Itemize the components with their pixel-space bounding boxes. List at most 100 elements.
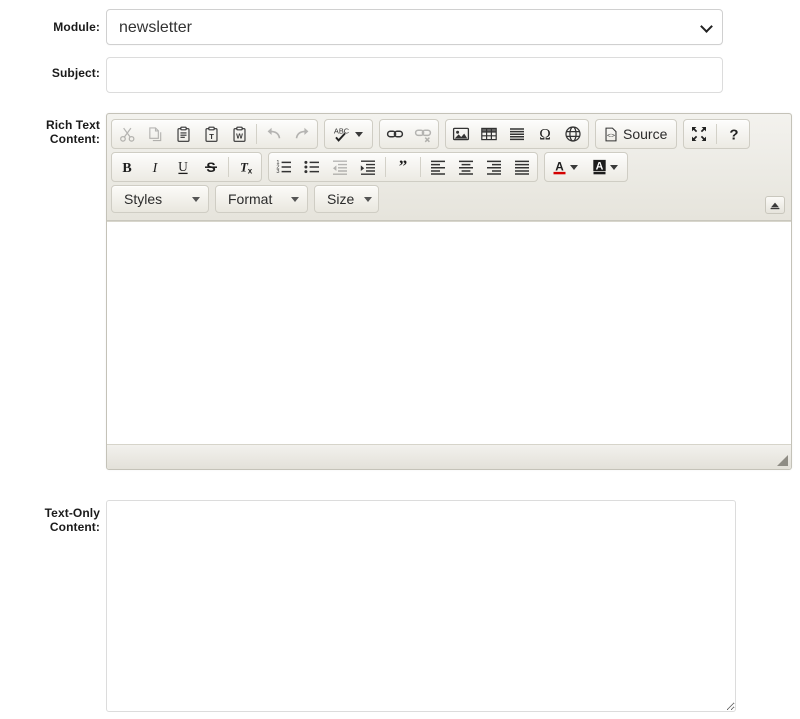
subject-input[interactable] — [106, 57, 723, 93]
module-select-wrapper: newsletter — [106, 9, 723, 45]
align-justify-icon[interactable] — [508, 154, 536, 180]
chevron-down-icon — [610, 164, 618, 170]
indent-icon[interactable] — [354, 154, 382, 180]
size-combo[interactable]: Size — [314, 185, 379, 213]
svg-text:ABC: ABC — [334, 126, 350, 135]
copy-icon[interactable] — [141, 121, 169, 147]
align-center-icon[interactable] — [452, 154, 480, 180]
toolbar-group-links — [379, 119, 439, 149]
rich-text-label-line2: Content: — [49, 132, 100, 146]
module-select[interactable]: newsletter — [106, 9, 723, 45]
ckeditor-container: T W ABC Ω <> Source ? B I U S T x 1 2 3 … — [106, 113, 792, 470]
text-only-label-line2: Content: — [49, 520, 100, 534]
source-icon[interactable]: <> Source — [597, 121, 675, 147]
background-color-icon[interactable]: A — [586, 154, 626, 180]
toolbar-separator — [716, 124, 718, 144]
svg-text:U: U — [178, 159, 188, 174]
svg-text:Ω: Ω — [539, 127, 551, 143]
svg-text:I: I — [152, 161, 159, 176]
remove-format-icon[interactable]: Tx — [232, 154, 260, 180]
strikethrough-icon[interactable]: S — [197, 154, 225, 180]
blockquote-icon[interactable]: ” — [389, 154, 417, 180]
svg-text:x: x — [248, 166, 253, 175]
rich-text-content-label: Rich Text Content: — [0, 113, 100, 146]
chevron-down-icon — [355, 131, 363, 137]
toolbar-group-spellcheck: ABC — [324, 119, 373, 149]
toolbar-separator — [420, 157, 421, 177]
format-combo[interactable]: Format — [215, 185, 308, 213]
svg-text:?: ? — [730, 126, 739, 143]
chevron-down-icon — [570, 164, 578, 170]
subject-field — [100, 57, 800, 93]
module-field: newsletter — [100, 9, 800, 45]
styles-combo-label: Styles — [124, 191, 163, 207]
toolbar-row-1: T W ABC Ω <> Source ? — [111, 119, 787, 149]
text-color-icon[interactable]: A — [546, 154, 586, 180]
toolbar-group-document: <> Source — [595, 119, 678, 149]
spellcheck-icon[interactable]: ABC — [326, 121, 371, 147]
source-button-label: Source — [623, 126, 668, 142]
module-label: Module: — [53, 20, 100, 34]
svg-text:B: B — [122, 161, 131, 176]
align-right-icon[interactable] — [480, 154, 508, 180]
italic-icon[interactable]: I — [141, 154, 169, 180]
numbered-list-icon[interactable]: 123 — [270, 154, 298, 180]
text-only-textarea[interactable] — [106, 500, 736, 712]
editor-resize-handle[interactable] — [777, 455, 788, 466]
subject-label: Subject: — [51, 66, 100, 80]
module-row: Module: newsletter — [0, 9, 800, 45]
horizontal-rule-icon[interactable] — [503, 121, 531, 147]
toolbar-group-tools: ? — [683, 119, 751, 149]
text-only-content-label: Text-Only Content: — [0, 500, 100, 534]
iframe-icon[interactable] — [559, 121, 587, 147]
subject-row: Subject: — [0, 57, 800, 93]
toolbar-group-clipboard: T W — [111, 119, 318, 149]
toolbar-group-paragraph: 123 ” — [268, 152, 538, 182]
svg-text:W: W — [236, 132, 243, 140]
toolbar-row-2: B I U S T x 1 2 3 ” A A — [111, 152, 787, 182]
newsletter-form-page: Module: newsletter Subject: Rich Text Co… — [0, 0, 800, 719]
image-icon[interactable] — [447, 121, 475, 147]
redo-icon[interactable] — [288, 121, 316, 147]
toolbar-separator — [256, 124, 257, 144]
svg-text:A: A — [555, 159, 564, 173]
svg-text:A: A — [596, 160, 604, 172]
outdent-icon[interactable] — [326, 154, 354, 180]
editor-toolbar: T W ABC Ω <> Source ? B I U S T x 1 2 3 … — [107, 114, 791, 221]
bold-icon[interactable]: B — [113, 154, 141, 180]
about-icon[interactable]: ? — [720, 121, 748, 147]
special-char-icon[interactable]: Ω — [531, 121, 559, 147]
format-combo-label: Format — [228, 191, 273, 207]
rich-text-content-row: Rich Text Content: T W ABC Ω <> Source ?… — [0, 113, 800, 470]
table-icon[interactable] — [475, 121, 503, 147]
editor-footer — [107, 445, 791, 469]
underline-icon[interactable]: U — [169, 154, 197, 180]
editor-editing-area[interactable] — [107, 221, 791, 445]
size-combo-label: Size — [327, 191, 355, 207]
align-left-icon[interactable] — [424, 154, 452, 180]
chevron-down-icon — [291, 196, 299, 202]
paste-text-icon[interactable]: T — [197, 121, 225, 147]
svg-text:<>: <> — [607, 132, 615, 140]
toolbar-group-insert: Ω — [445, 119, 589, 149]
bulleted-list-icon[interactable] — [298, 154, 326, 180]
paste-word-icon[interactable]: W — [225, 121, 253, 147]
styles-combo[interactable]: Styles — [111, 185, 209, 213]
toolbar-separator — [228, 157, 229, 177]
toolbar-separator — [385, 157, 386, 177]
text-only-content-row: Text-Only Content: — [0, 500, 800, 717]
svg-text:3: 3 — [276, 169, 279, 175]
unlink-icon[interactable] — [409, 121, 437, 147]
toolbar-group-basicstyles: B I U S T x — [111, 152, 262, 182]
rich-text-editor-field: T W ABC Ω <> Source ? B I U S T x 1 2 3 … — [100, 113, 800, 470]
chevron-down-icon — [364, 196, 373, 202]
link-icon[interactable] — [381, 121, 409, 147]
svg-text:T: T — [209, 131, 214, 140]
svg-text:”: ” — [399, 158, 408, 176]
maximize-icon[interactable] — [685, 121, 713, 147]
paste-icon[interactable] — [169, 121, 197, 147]
collapse-toolbar-icon[interactable] — [765, 196, 785, 214]
cut-icon[interactable] — [113, 121, 141, 147]
rich-text-label-line1: Rich Text — [45, 118, 100, 132]
undo-icon[interactable] — [260, 121, 288, 147]
